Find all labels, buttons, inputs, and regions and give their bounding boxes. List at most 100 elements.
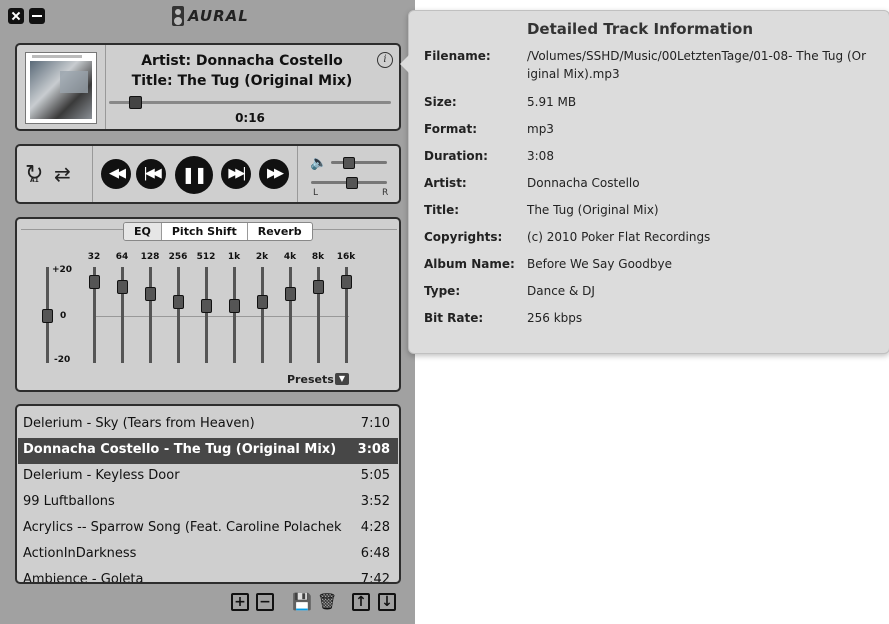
tab-eq[interactable]: EQ [124,223,162,240]
eq-band-slider[interactable] [229,267,240,363]
eq-band-slider[interactable] [117,267,128,363]
move-up-icon[interactable]: ↑ [352,593,370,611]
eq-band-knob[interactable] [257,294,268,309]
preamp-slider[interactable] [42,267,53,363]
playlist-row[interactable]: Acrylics -- Sparrow Song (Feat. Caroline… [18,516,398,542]
eq-band-slider[interactable] [313,267,324,363]
balance-left-label: L [313,188,319,198]
track-duration: 5:05 [360,468,390,483]
eq-band-knob[interactable] [201,299,212,314]
eq-band-slider[interactable] [201,267,212,363]
shuffle-icon[interactable]: ⇄ [54,163,71,185]
eq-scale-zero: 0 [60,311,67,321]
balance-right-label: R [382,188,389,198]
save-playlist-icon[interactable]: 💾 [292,593,312,611]
track-title: 99 Luftballons [23,494,115,509]
effects-panel: EQ Pitch Shift Reverb +20 0 -20 32 64 128 2… [15,217,401,392]
player-window: AURAL Artist: Donnacha Costello Title: T… [0,0,415,624]
eq-band-slider[interactable] [285,267,296,363]
previous-track-button[interactable]: |◀◀ [136,159,166,189]
eq-band-knob[interactable] [117,280,128,295]
album-art [25,52,97,124]
remove-track-icon[interactable]: − [256,593,274,611]
tab-reverb[interactable]: Reverb [248,223,312,240]
eq-band-knob[interactable] [145,287,156,302]
eq-band-slider[interactable] [341,267,352,363]
info-field-label: Duration: [424,149,488,163]
track-duration: 3:08 [357,442,390,457]
tab-pitch-shift[interactable]: Pitch Shift [162,223,248,240]
info-icon[interactable]: i [377,52,393,68]
info-field-label: Artist: [424,176,467,190]
next-track-button[interactable]: ▶▶| [221,159,251,189]
eq-band-label: 4k [283,252,297,262]
track-duration: 3:52 [360,494,390,509]
close-icon[interactable] [8,8,24,24]
title-line: Title: The Tug (Original Mix) [131,73,353,89]
info-field-value: /Volumes/SSHD/Music/00LetztenTage/01-08-… [527,49,867,81]
playlist-row[interactable]: Ambience - Goleta 7:42 [18,568,398,584]
track-title: Delerium - Sky (Tears from Heaven) [23,416,255,431]
playlist: Delerium - Sky (Tears from Heaven) 7:10 Do… [15,404,401,584]
pause-button[interactable]: ❚❚ [175,156,213,194]
track-duration: 7:10 [360,416,390,431]
eq-scale-max: +20 [52,265,73,275]
eq-band-knob[interactable] [341,275,352,290]
repeat-icon[interactable]: ↻ A1 [25,163,43,185]
eq-band-slider[interactable] [89,267,100,363]
info-field-label: Copyrights: [424,230,503,244]
now-playing-panel: Artist: Donnacha Costello Title: The Tug… [15,43,401,131]
volume-icon: 🔈 [310,155,328,171]
elapsed-time: 0:16 [235,111,265,125]
track-title: Ambience - Goleta [23,572,144,584]
seek-knob[interactable] [129,96,143,109]
artist-line: Artist: Donnacha Costello [141,53,343,69]
track-title: Donnacha Costello - The Tug (Original Mi… [23,442,337,457]
eq-band-slider[interactable] [173,267,184,363]
info-field-label: Type: [424,284,461,298]
volume-slider[interactable] [331,157,387,169]
eq-band-knob[interactable] [173,294,184,309]
balance-knob[interactable] [346,177,358,189]
app-logo: AURAL [172,6,249,26]
track-title: Acrylics -- Sparrow Song (Feat. Caroline… [23,520,342,535]
eq-band-label: 1k [227,252,241,262]
eq-band-label: 64 [115,252,129,262]
presets-label[interactable]: Presets [287,373,334,386]
seek-bar[interactable] [109,96,391,109]
eq-band-slider[interactable] [257,267,268,363]
playlist-row[interactable]: ActionInDarkness 6:48 [18,542,398,568]
move-down-icon[interactable]: ↓ [378,593,396,611]
eq-band-label: 512 [196,252,216,262]
track-duration: 7:42 [360,572,390,584]
app-name: AURAL [188,7,249,25]
minimize-icon[interactable] [29,8,45,24]
info-field-label: Filename: [424,49,491,63]
track-title: Delerium - Keyless Door [23,468,180,483]
info-field-value: Dance & DJ [527,284,595,298]
clear-playlist-icon[interactable]: 🗑 [317,593,337,611]
chevron-down-icon[interactable]: ▼ [335,373,349,385]
balance-slider[interactable] [311,177,387,189]
player-controls: ↻ A1 ⇄ ◀◀ |◀◀ ❚❚ ▶▶| ▶▶ 🔈 L R [15,144,401,204]
playlist-row[interactable]: 99 Luftballons 3:52 [18,490,398,516]
seek-backward-button[interactable]: ◀◀ [101,159,131,189]
playlist-row[interactable]: Donnacha Costello - The Tug (Original Mi… [18,438,398,464]
eq-band-knob[interactable] [229,299,240,314]
eq-band-slider[interactable] [145,267,156,363]
eq-band-label: 16k [336,252,356,262]
track-title: ActionInDarkness [23,546,137,561]
info-field-label: Title: [424,203,460,217]
playlist-row[interactable]: Delerium - Keyless Door 5:05 [18,464,398,490]
volume-knob[interactable] [343,157,356,169]
eq-band-knob[interactable] [89,275,100,290]
eq-band-label: 2k [255,252,269,262]
seek-forward-button[interactable]: ▶▶ [259,159,289,189]
info-field-value: Before We Say Goodbye [527,257,672,271]
add-track-icon[interactable]: + [231,593,249,611]
preamp-knob[interactable] [42,309,53,323]
info-field-label: Bit Rate: [424,311,484,325]
eq-band-knob[interactable] [285,287,296,302]
playlist-row[interactable]: Delerium - Sky (Tears from Heaven) 7:10 [18,412,398,438]
eq-band-knob[interactable] [313,280,324,295]
